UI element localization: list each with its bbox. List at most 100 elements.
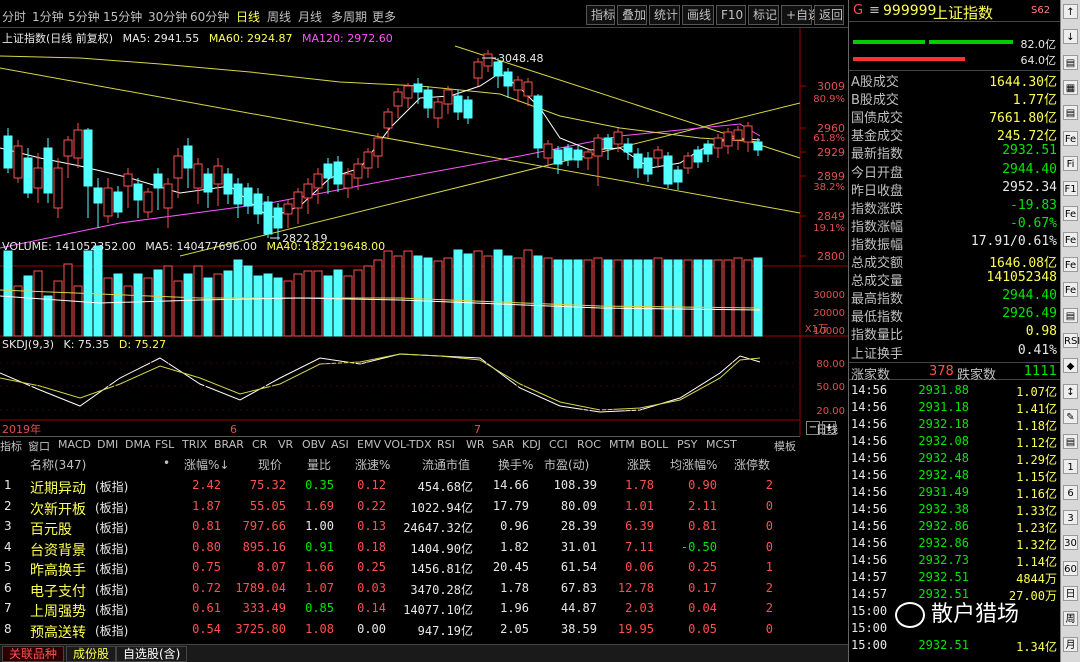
- indicator-tab-16[interactable]: SAR: [492, 438, 514, 451]
- indicator-tab-10[interactable]: OBV: [302, 438, 325, 451]
- indicator-tab-12[interactable]: EMV: [357, 438, 381, 451]
- table-header-8[interactable]: 市盈(动): [544, 456, 589, 473]
- period-tab-9[interactable]: 多周期: [331, 8, 367, 25]
- side-tool-icon[interactable]: ↕: [1063, 383, 1078, 399]
- table-header-0[interactable]: 名称(347): [30, 456, 86, 473]
- indicator-tab-18[interactable]: CCI: [549, 438, 568, 451]
- tool-button-2[interactable]: 统计: [649, 5, 680, 25]
- table-header-1[interactable]: •: [163, 456, 170, 470]
- indicator-tab-21[interactable]: BOLL: [640, 438, 668, 451]
- indicator-tab-2[interactable]: MACD: [58, 438, 91, 451]
- bottom-tab-0[interactable]: 关联品种: [2, 646, 65, 662]
- side-tool-icon[interactable]: Fe: [1063, 231, 1078, 247]
- bottom-tab-1[interactable]: 成份股: [66, 646, 117, 662]
- side-tool-icon[interactable]: ▤: [1063, 54, 1078, 70]
- tool-button-3[interactable]: 画线: [682, 5, 714, 25]
- side-tool-icon[interactable]: Fe: [1063, 257, 1078, 272]
- period-tab-5[interactable]: 60分钟: [190, 8, 229, 25]
- indicator-tab-13[interactable]: VOL-TDX: [384, 438, 432, 451]
- side-tool-icon[interactable]: Fe: [1063, 206, 1078, 222]
- side-tool-icon[interactable]: 周: [1063, 611, 1078, 627]
- chart-canvas[interactable]: 30092960292928992849280080.9%61.8%38.2%1…: [0, 28, 848, 436]
- table-header-2[interactable]: 涨幅%↓: [184, 456, 229, 473]
- side-tool-icon[interactable]: 60: [1063, 560, 1078, 576]
- tool-button-7[interactable]: 返回: [814, 5, 844, 25]
- tool-button-5[interactable]: 标记: [748, 5, 779, 25]
- indicator-tab-6[interactable]: TRIX: [182, 438, 207, 451]
- table-header-4[interactable]: 量比: [307, 456, 331, 473]
- menu-icon[interactable]: ≡: [869, 3, 880, 18]
- indicator-tab-23[interactable]: MCST: [706, 438, 737, 451]
- tool-button-0[interactable]: 指标: [586, 5, 615, 25]
- side-tool-icon[interactable]: 30: [1063, 535, 1078, 551]
- bottom-tab-2[interactable]: 自选股(含): [116, 646, 188, 662]
- indicator-tab-5[interactable]: FSL: [155, 438, 174, 451]
- tool-button-4[interactable]: F10: [716, 5, 746, 25]
- side-tool-icon[interactable]: 6: [1063, 484, 1078, 500]
- table-row[interactable]: 5 昨高换手 (板指) 0.75 8.07 1.66 0.25 1456.81亿 20.45 61…: [0, 558, 848, 579]
- indicator-tab-17[interactable]: KDJ: [522, 438, 541, 451]
- side-tool-icon[interactable]: RSI: [1063, 332, 1080, 348]
- side-tool-icon[interactable]: Fi: [1063, 155, 1078, 171]
- side-tool-icon[interactable]: ↓: [1063, 29, 1078, 45]
- tick-volume: 1.29亿: [1016, 453, 1057, 467]
- period-tab-3[interactable]: 15分钟: [103, 8, 142, 25]
- period-tab-7[interactable]: 周线: [267, 8, 291, 25]
- side-tool-icon[interactable]: ▤: [1063, 105, 1078, 121]
- side-tool-icon[interactable]: ↑: [1063, 4, 1078, 19]
- table-header-9[interactable]: 涨跌: [627, 456, 651, 473]
- zoom-in-button[interactable]: +: [822, 421, 836, 435]
- table-row[interactable]: 1 近期异动 (板指) 2.42 75.32 0.35 0.12 454.68亿 14.66 10…: [0, 476, 848, 497]
- table-header-3[interactable]: 现价: [258, 456, 282, 473]
- side-tool-icon[interactable]: Fe: [1063, 130, 1078, 146]
- table-header-11[interactable]: 涨停数: [734, 456, 770, 473]
- period-tab-4[interactable]: 30分钟: [148, 8, 187, 25]
- table-header-10[interactable]: 均涨幅%: [670, 456, 717, 473]
- tool-button-1[interactable]: 叠加: [617, 5, 647, 25]
- period-tab-6[interactable]: 日线: [236, 8, 260, 25]
- volume-bar: [543, 257, 553, 337]
- cell-diff: 7.11: [625, 539, 654, 554]
- period-tab-8[interactable]: 月线: [298, 8, 322, 25]
- indicator-tab-15[interactable]: WR: [466, 438, 485, 451]
- side-tool-icon[interactable]: ▤: [1063, 434, 1078, 450]
- table-row[interactable]: 6 电子支付 (板指) 0.72 1789.04 1.07 0.03 3470.28亿 1.78…: [0, 579, 848, 600]
- side-tool-icon[interactable]: 1: [1063, 459, 1078, 475]
- indicator-tab-7[interactable]: BRAR: [214, 438, 244, 451]
- tick-time: 14:56: [851, 468, 888, 482]
- side-tool-icon[interactable]: ✎: [1063, 408, 1078, 424]
- side-tool-icon[interactable]: 日: [1063, 585, 1078, 601]
- side-tool-icon[interactable]: 月: [1063, 636, 1078, 652]
- side-tool-icon[interactable]: F1: [1063, 181, 1078, 197]
- table-row[interactable]: 2 次新开板 (板指) 1.87 55.05 1.69 0.22 1022.94亿 17.79 8…: [0, 497, 848, 518]
- zoom-out-button[interactable]: −: [806, 421, 820, 435]
- period-tab-10[interactable]: 更多: [372, 8, 396, 25]
- table-row[interactable]: 4 台资背景 (板指) 0.80 895.16 0.91 0.18 1404.90亿 1.82 3…: [0, 538, 848, 559]
- indicator-tab-14[interactable]: RSI: [437, 438, 455, 451]
- table-row[interactable]: 8 预高送转 (板指) 0.54 3725.80 1.08 0.00 947.19亿 2.05 3…: [0, 620, 848, 641]
- tool-button-6[interactable]: +自选: [781, 5, 820, 25]
- table-row[interactable]: 7 上周强势 (板指) 0.61 333.49 0.85 0.14 14077.10亿 1.96…: [0, 599, 848, 620]
- side-tool-icon[interactable]: ◆: [1063, 358, 1078, 374]
- table-header-7[interactable]: 换手%: [498, 456, 533, 473]
- table-header-5[interactable]: 涨速%: [355, 456, 390, 473]
- table-header-6[interactable]: 流通市值: [422, 456, 470, 473]
- indicator-tab-11[interactable]: ASI: [331, 438, 349, 451]
- indicator-tab-4[interactable]: DMA: [125, 438, 151, 451]
- indicator-tab-9[interactable]: VR: [278, 438, 293, 451]
- side-tool-icon[interactable]: Fe: [1063, 282, 1078, 298]
- period-tab-2[interactable]: 5分钟: [68, 8, 100, 25]
- indicator-tab-19[interactable]: ROC: [577, 438, 601, 451]
- table-row[interactable]: 3 百元股 (板指) 0.81 797.66 1.00 0.13 24647.32亿 0.96 2…: [0, 517, 848, 538]
- kline-chart[interactable]: 3009 2960 2929 2899 2849 2800 80.9% 61.8% 38.2% 1…: [0, 28, 848, 466]
- tick-price: 2932.48: [918, 468, 969, 482]
- side-tool-icon[interactable]: ▦: [1063, 79, 1078, 95]
- indicator-tab-8[interactable]: CR: [252, 438, 267, 451]
- side-tool-icon[interactable]: 3: [1063, 510, 1078, 525]
- indicator-tab-22[interactable]: PSY: [677, 438, 697, 451]
- period-tab-0[interactable]: 分时: [2, 8, 26, 25]
- period-tab-1[interactable]: 1分钟: [32, 8, 64, 25]
- indicator-tab-20[interactable]: MTM: [609, 438, 635, 451]
- indicator-tab-3[interactable]: DMI: [97, 438, 118, 451]
- side-tool-icon[interactable]: ▤: [1063, 307, 1078, 323]
